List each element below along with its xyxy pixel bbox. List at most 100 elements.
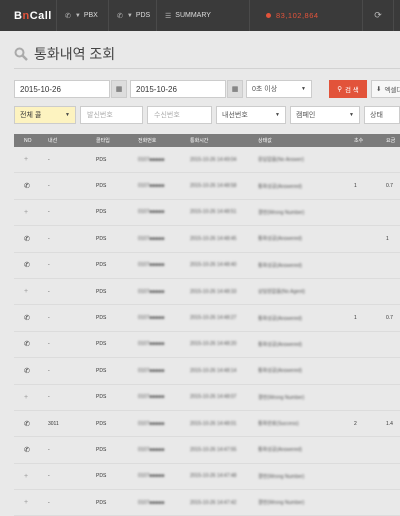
cell-status: 응답없음(No Answer)	[258, 157, 304, 164]
calendar-icon[interactable]: ▦	[227, 80, 243, 98]
date-from-field[interactable]: 2015-10-26	[14, 80, 110, 98]
table-row[interactable]: + - PDS 0107■■■■■ 2015-10-26 14:47:48 결번(Wron…	[14, 463, 400, 491]
cell-phone: 0107■■■■■	[138, 183, 165, 190]
phone-icon[interactable]: ✆	[24, 235, 30, 243]
col-no[interactable]: NO	[24, 138, 32, 144]
cell-extension: -	[48, 209, 50, 216]
cell-extension: -	[48, 394, 50, 401]
cell-phone: 0107■■■■■	[138, 499, 165, 506]
col-status[interactable]: 상태값	[258, 137, 272, 144]
cell-status: 결번(Wrong Number)	[258, 500, 305, 507]
table-row[interactable]: + - PDS 0107■■■■■ 2015-10-26 14:47:42 결번(Wron…	[14, 490, 400, 516]
search-button[interactable]: ⚲ 검 색	[329, 80, 367, 98]
table-row[interactable]: + - PDS 0107■■■■■ 2015-10-26 14:48:07 결번(Wron…	[14, 384, 400, 411]
table-row[interactable]: + - PDS 0107■■■■■ 2015-10-26 14:48:33 상담원없음(N…	[14, 278, 400, 306]
plus-icon[interactable]: +	[24, 499, 28, 506]
list-icon: ☰	[165, 12, 172, 20]
chevron-down-icon: ▼	[275, 112, 280, 118]
campaign-select[interactable]: 캠페인 ▼	[290, 106, 360, 124]
phone-icon[interactable]: ✆	[24, 261, 30, 269]
table-row[interactable]: ✆ 3011 PDS 0107■■■■■ 2015-10-26 14:48:01 통화완료…	[14, 410, 400, 438]
status-dot-icon	[266, 13, 271, 18]
balance-value: 83,102,864	[276, 11, 319, 20]
phone-icon[interactable]: ✆	[24, 340, 30, 348]
cell-status: 통화성공(Answered)	[258, 315, 302, 322]
cell-phone: 0107■■■■■	[138, 341, 165, 348]
cell-call-type: PDS	[96, 473, 107, 480]
table-row[interactable]: ✆ - PDS 0107■■■■■ 2015-10-26 14:48:45 통화성공(An…	[14, 226, 400, 253]
col-duration[interactable]: 초수	[354, 137, 363, 144]
phone-icon[interactable]: ✆	[24, 367, 30, 375]
phone-icon[interactable]: ✆	[24, 314, 30, 322]
duration-select[interactable]: 0초 이상 ▼	[246, 80, 312, 98]
plus-icon[interactable]: +	[24, 394, 28, 401]
cell-call-type: PDS	[96, 315, 107, 322]
table-row[interactable]: + - PDS 0107■■■■■ 2015-10-26 14:48:51 결번(Wron…	[14, 199, 400, 227]
cell-phone: 0107■■■■■	[138, 473, 165, 480]
table-row[interactable]: ✆ - PDS 0107■■■■■ 2015-10-26 14:47:55 통화성공(An…	[14, 437, 400, 464]
cell-status: 상담원없음(No Agent)	[258, 289, 305, 296]
nav-summary-label: SUMMARY	[175, 12, 211, 19]
cell-extension: -	[48, 446, 50, 453]
table-row[interactable]: ✆ - PDS 0107■■■■■ 2015-10-26 14:48:14 통화성공(An…	[14, 358, 400, 385]
col-call-time[interactable]: 통화시간	[190, 137, 208, 144]
table-body: + - PDS 0107■■■■■ 2015-10-26 14:49:04 응답없음(No…	[14, 147, 400, 516]
excel-download-button[interactable]: ⬇엑셀다운	[371, 80, 400, 98]
nav-summary[interactable]: ☰ SUMMARY	[156, 0, 250, 31]
cell-call-time: 2015-10-26 14:48:07	[190, 394, 237, 401]
extension-select[interactable]: 내선번호 ▼	[216, 106, 286, 124]
cell-extension: 3011	[48, 420, 59, 427]
plus-icon[interactable]: +	[24, 209, 28, 216]
cell-call-time: 2015-10-26 14:48:27	[190, 315, 237, 322]
cell-phone: 0107■■■■■	[138, 394, 165, 401]
cell-call-type: PDS	[96, 156, 107, 163]
cell-call-time: 2015-10-26 14:47:48	[190, 473, 237, 480]
nav-pbx[interactable]: ✆ ▼ PBX	[56, 0, 108, 31]
date-to-field[interactable]: 2015-10-26	[130, 80, 226, 98]
status-select[interactable]: 상태	[364, 106, 400, 124]
table-row[interactable]: + - PDS 0107■■■■■ 2015-10-26 14:49:04 응답없음(No…	[14, 147, 400, 174]
phone-icon[interactable]: ✆	[24, 420, 30, 428]
col-phone[interactable]: 전화번호	[138, 137, 156, 144]
cell-call-type: PDS	[96, 394, 107, 401]
cell-call-type: PDS	[96, 262, 107, 269]
cell-extension: -	[48, 183, 50, 190]
col-fee[interactable]: 요금	[386, 137, 395, 144]
campaign-select-value: 캠페인	[296, 112, 316, 119]
phone-icon[interactable]: ✆	[24, 182, 30, 190]
plus-icon[interactable]: +	[24, 156, 28, 163]
app-logo[interactable]: BnCall	[0, 10, 56, 22]
chevron-down-icon: ▼	[65, 112, 70, 118]
cell-call-type: PDS	[96, 235, 107, 242]
cell-duration: 1	[354, 315, 357, 322]
cell-fee: 0.7	[386, 315, 393, 322]
cell-status: 결번(Wrong Number)	[258, 394, 305, 401]
cell-phone: 0107■■■■■	[138, 367, 165, 374]
cell-phone: 0107■■■■■	[138, 209, 165, 216]
cell-phone: 0107■■■■■	[138, 446, 165, 453]
cell-call-time: 2015-10-26 14:48:14	[190, 367, 237, 374]
plus-icon[interactable]: +	[24, 288, 28, 295]
callee-number-input[interactable]: 수신번호	[147, 106, 212, 124]
chevron-down-icon: ▼	[74, 12, 81, 19]
cell-call-type: PDS	[96, 446, 107, 453]
col-extension[interactable]: 내선	[48, 137, 57, 144]
cell-fee: 0.7	[386, 183, 393, 190]
table-row[interactable]: ✆ - PDS 0107■■■■■ 2015-10-26 14:48:20 통화성공(An…	[14, 331, 400, 359]
cell-status: 결번(Wrong Number)	[258, 473, 305, 480]
table-row[interactable]: ✆ - PDS 0107■■■■■ 2015-10-26 14:48:40 통화성공(An…	[14, 252, 400, 279]
calendar-icon[interactable]: ▦	[111, 80, 127, 98]
plus-icon[interactable]: +	[24, 473, 28, 480]
phone-icon[interactable]: ✆	[24, 446, 30, 454]
nav-pds[interactable]: ✆ ▼ PDS	[108, 0, 156, 31]
table-row[interactable]: ✆ - PDS 0107■■■■■ 2015-10-26 14:48:27 통화성공(An…	[14, 305, 400, 332]
call-type-select[interactable]: 전체 콜 ▼	[14, 106, 76, 124]
extension-select-value: 내선번호	[222, 112, 248, 119]
table-row[interactable]: ✆ - PDS 0107■■■■■ 2015-10-26 14:48:58 통화성공(An…	[14, 173, 400, 200]
col-call-type[interactable]: 콜타입	[96, 137, 110, 144]
caller-number-input[interactable]: 발신번호	[80, 106, 143, 124]
cell-status: 결번(Wrong Number)	[258, 209, 305, 216]
table-header: NO 내선 콜타입 전화번호 통화시간 상태값 초수 요금	[14, 134, 400, 147]
refresh-button[interactable]: ⟳	[362, 0, 394, 31]
chevron-down-icon: ▼	[301, 86, 306, 92]
